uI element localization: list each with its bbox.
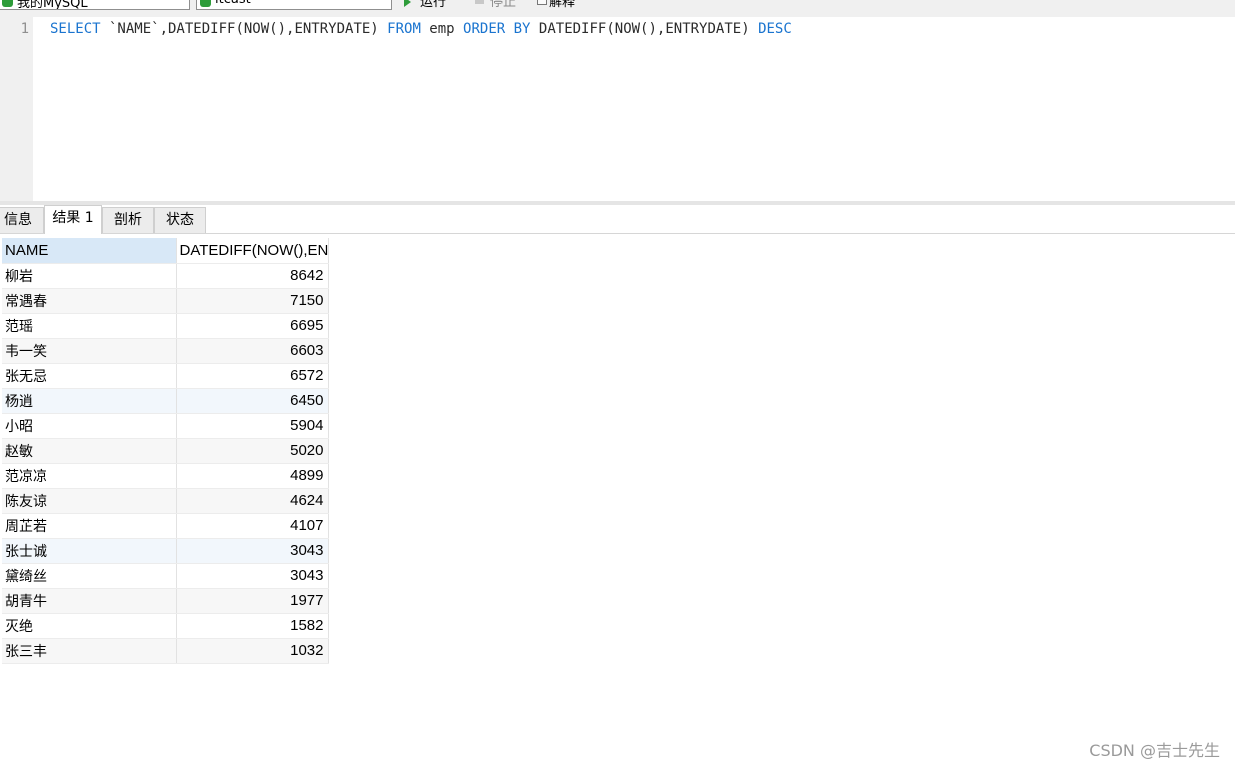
keyword-desc: DESC [758,21,792,37]
cell-name[interactable]: 黛绮丝 [2,563,177,589]
keyword-select: SELECT [50,21,101,37]
cell-datediff[interactable]: 4899 [176,463,329,489]
tab-info[interactable]: 信息 [0,207,44,233]
table-row[interactable]: 周芷若 4107 [2,513,329,539]
cell-name[interactable]: 周芷若 [2,513,177,539]
explain-button[interactable]: 解释 [549,0,575,10]
tab-status[interactable]: 状态 [154,207,206,233]
cell-datediff[interactable]: 8642 [176,263,329,289]
cell-name[interactable]: 杨逍 [2,388,177,414]
sql-query[interactable]: SELECT `NAME`,DATEDIFF(NOW(),ENTRYDATE) … [50,21,792,37]
result-grid[interactable]: NAME DATEDIFF(NOW(),EN 柳岩 8642 常遇春 7150 范瑶 66… [2,238,329,664]
cell-name[interactable]: 范凉凉 [2,463,177,489]
cell-name[interactable]: 胡青牛 [2,588,177,614]
database-icon [200,0,211,7]
keyword-by: BY [513,21,531,37]
cell-name[interactable]: 陈友谅 [2,488,177,514]
line-gutter: 1 [0,17,33,201]
cell-datediff[interactable]: 6450 [176,388,329,414]
cell-datediff[interactable]: 1582 [176,613,329,639]
table-row[interactable]: 赵敏 5020 [2,438,329,464]
table-row[interactable]: 柳岩 8642 [2,263,329,289]
cell-datediff[interactable]: 1977 [176,588,329,614]
table-row[interactable]: 张三丰 1032 [2,638,329,664]
line-number: 1 [20,21,29,37]
database-label: itcast [215,0,251,7]
table-row[interactable]: 黛绮丝 3043 [2,563,329,589]
cell-datediff[interactable]: 7150 [176,288,329,314]
table-row[interactable]: 常遇春 7150 [2,288,329,314]
cell-datediff[interactable]: 6603 [176,338,329,364]
table-row[interactable]: 范瑶 6695 [2,313,329,339]
cell-datediff[interactable]: 3043 [176,563,329,589]
cell-name[interactable]: 小昭 [2,413,177,439]
stop-button[interactable]: 停止 [490,0,516,10]
explain-icon [537,0,547,5]
connection-label: 我的MySQL [17,0,88,10]
cell-datediff[interactable]: 4624 [176,488,329,514]
stop-icon [475,0,484,4]
database-select[interactable]: itcast [196,0,392,10]
table-row[interactable]: 张无忌 6572 [2,363,329,389]
table-row[interactable]: 杨逍 6450 [2,388,329,414]
select-list: `NAME`,DATEDIFF(NOW(),ENTRYDATE) [100,21,388,37]
table-row[interactable]: 灭绝 1582 [2,613,329,639]
cell-datediff[interactable]: 3043 [176,538,329,564]
toolbar: 我的MySQL itcast 运行 停止 解释 [0,0,1235,17]
sql-editor[interactable]: 1 SELECT `NAME`,DATEDIFF(NOW(),ENTRYDATE… [0,17,1235,201]
tab-profile[interactable]: 剖析 [102,207,154,233]
cell-name[interactable]: 张无忌 [2,363,177,389]
keyword-from: FROM [387,21,421,37]
keyword-order: ORDER [463,21,506,37]
table-row[interactable]: 韦一笑 6603 [2,338,329,364]
column-header-name[interactable]: NAME [2,238,177,264]
cell-name[interactable]: 赵敏 [2,438,177,464]
table-row[interactable]: 张士诚 3043 [2,538,329,564]
connection-select[interactable]: 我的MySQL [0,0,190,10]
database-icon [2,0,13,7]
cell-datediff[interactable]: 5020 [176,438,329,464]
cell-name[interactable]: 张三丰 [2,638,177,664]
cell-name[interactable]: 柳岩 [2,263,177,289]
cell-name[interactable]: 灭绝 [2,613,177,639]
column-header-datediff[interactable]: DATEDIFF(NOW(),EN [176,238,329,264]
table-row[interactable]: 小昭 5904 [2,413,329,439]
cell-datediff[interactable]: 4107 [176,513,329,539]
run-button[interactable]: 运行 [420,0,446,10]
tab-result-1[interactable]: 结果 1 [44,205,102,234]
cell-name[interactable]: 韦一笑 [2,338,177,364]
table-name: emp [420,21,464,37]
cell-datediff[interactable]: 5904 [176,413,329,439]
cell-datediff[interactable]: 6572 [176,363,329,389]
result-tabs: 信息 结果 1 剖析 状态 [0,205,1235,234]
watermark: CSDN @吉士先生 [1089,741,1220,760]
table-row[interactable]: 范凉凉 4899 [2,463,329,489]
cell-name[interactable]: 范瑶 [2,313,177,339]
cell-datediff[interactable]: 6695 [176,313,329,339]
header-row: NAME DATEDIFF(NOW(),EN [2,238,329,264]
cell-datediff[interactable]: 1032 [176,638,329,664]
run-icon[interactable] [404,0,411,7]
table-row[interactable]: 陈友谅 4624 [2,488,329,514]
cell-name[interactable]: 常遇春 [2,288,177,314]
table-row[interactable]: 胡青牛 1977 [2,588,329,614]
order-expression: DATEDIFF(NOW(),ENTRYDATE) [530,21,759,37]
cell-name[interactable]: 张士诚 [2,538,177,564]
